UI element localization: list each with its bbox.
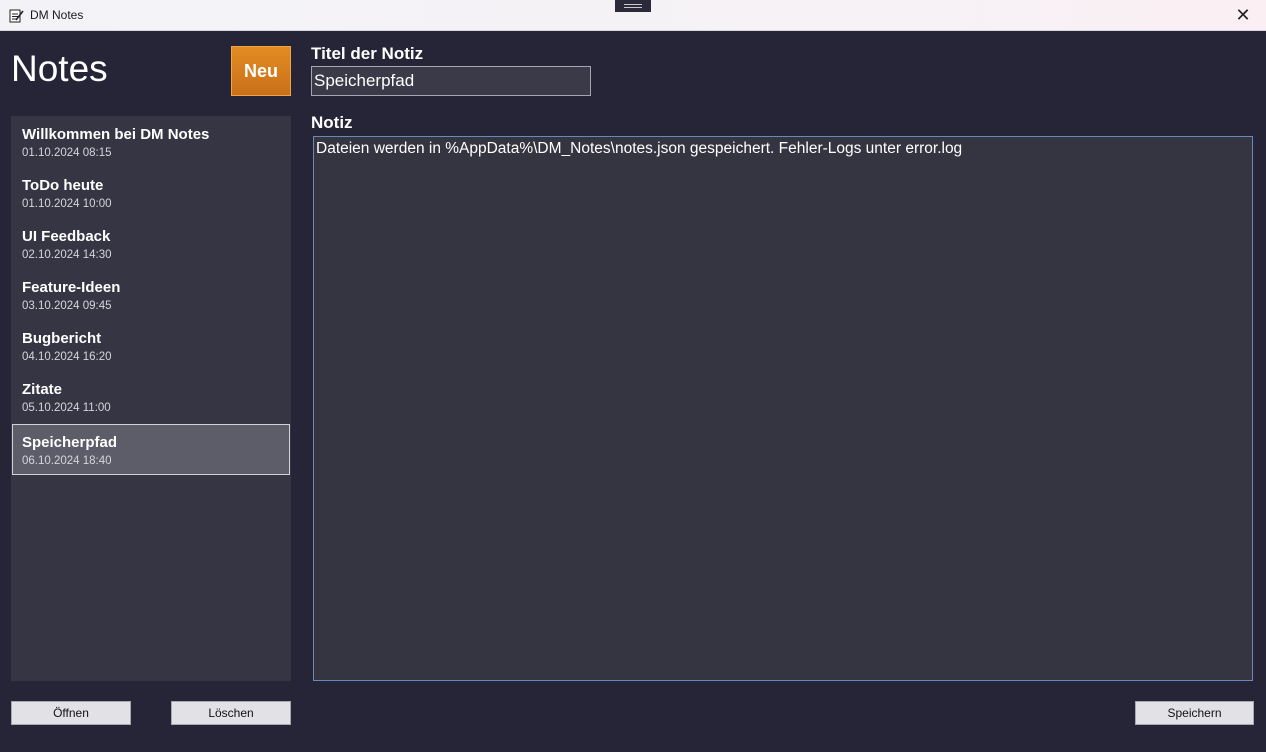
note-date: 03.10.2024 09:45: [22, 300, 112, 312]
note-title: Speicherpfad: [22, 434, 118, 451]
note-title: Zitate: [22, 381, 63, 398]
notepad-icon: [9, 9, 24, 23]
window-title: DM Notes: [30, 8, 84, 22]
list-item-selected[interactable]: Speicherpfad 06.10.2024 18:40: [12, 424, 290, 475]
snap-layout-handle[interactable]: [615, 0, 651, 12]
list-item[interactable]: ToDo heute 01.10.2024 10:00: [12, 167, 290, 218]
list-item[interactable]: UI Feedback 02.10.2024 14:30: [12, 218, 290, 269]
window-titlebar: DM Notes ✕: [0, 0, 1266, 31]
new-note-button[interactable]: Neu: [231, 46, 291, 96]
list-item[interactable]: Willkommen bei DM Notes 01.10.2024 08:15: [12, 116, 290, 167]
note-title: Feature-Ideen: [22, 279, 121, 296]
title-label: Titel der Notiz: [311, 44, 424, 63]
note-title: ToDo heute: [22, 177, 104, 194]
list-item[interactable]: Feature-Ideen 03.10.2024 09:45: [12, 269, 290, 320]
title-input[interactable]: [311, 66, 591, 96]
note-date: 01.10.2024 10:00: [22, 198, 112, 210]
note-date: 01.10.2024 08:15: [22, 147, 112, 159]
page-title: Notes: [11, 48, 108, 89]
note-title: Willkommen bei DM Notes: [22, 126, 210, 143]
list-item[interactable]: Bugbericht 04.10.2024 16:20: [12, 320, 290, 371]
note-list[interactable]: Willkommen bei DM Notes 01.10.2024 08:15…: [11, 116, 291, 681]
close-icon: ✕: [1235, 5, 1251, 25]
save-button[interactable]: Speichern: [1135, 701, 1254, 725]
close-button[interactable]: ✕: [1220, 0, 1266, 31]
note-date: 04.10.2024 16:20: [22, 351, 112, 363]
note-textarea[interactable]: Dateien werden in %AppData%\DM_Notes\not…: [313, 136, 1253, 681]
note-date: 06.10.2024 18:40: [22, 455, 112, 467]
note-title: Bugbericht: [22, 330, 102, 347]
note-label: Notiz: [311, 113, 353, 132]
note-title: UI Feedback: [22, 228, 111, 245]
note-date: 05.10.2024 11:00: [22, 402, 111, 414]
note-date: 02.10.2024 14:30: [22, 249, 112, 261]
delete-button[interactable]: Löschen: [171, 701, 291, 725]
list-item[interactable]: Zitate 05.10.2024 11:00: [12, 371, 290, 422]
open-button[interactable]: Öffnen: [11, 701, 131, 725]
